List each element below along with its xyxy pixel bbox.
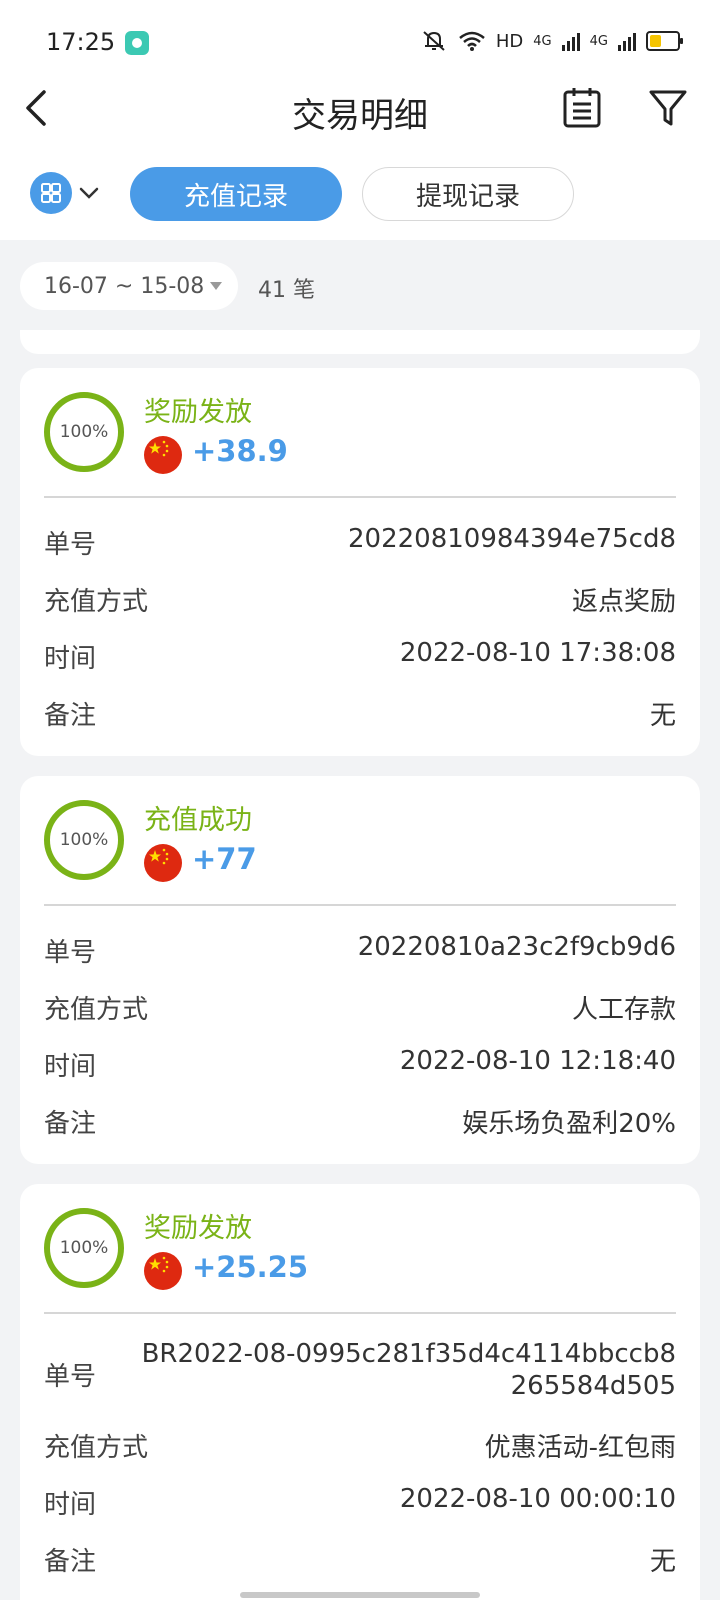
calendar-icon[interactable] — [562, 86, 602, 130]
date-range-text: 16-07 ~ 15-08 — [44, 273, 205, 299]
caret-down-icon — [210, 282, 222, 290]
time-label: 时间 — [44, 1490, 97, 1520]
order-number-label: 单号 — [44, 530, 97, 560]
app-notification-icon — [125, 31, 149, 55]
order-number-label: 单号 — [44, 1362, 97, 1392]
tab-row: 充值记录 提现记录 — [0, 165, 720, 225]
tab-recharge-records[interactable]: 充值记录 — [130, 167, 342, 221]
tab-withdraw-records[interactable]: 提现记录 — [362, 167, 574, 221]
note-label: 备注 — [44, 1547, 97, 1577]
grid-icon — [41, 183, 61, 203]
top-panel: 17:25 HD 4G 4G 交易明细 充值记录 提现记录 — [0, 0, 720, 240]
hd-indicator: HD — [495, 30, 524, 52]
page-title: 交易明细 — [292, 96, 428, 136]
filter-icon[interactable] — [648, 88, 688, 128]
status-time: 17:25 — [46, 28, 116, 56]
transaction-amount: +38.9 — [192, 434, 288, 468]
china-flag-icon — [144, 436, 182, 474]
progress-text: 100% — [59, 1238, 109, 1258]
home-indicator[interactable] — [240, 1592, 480, 1598]
mute-bell-icon — [423, 31, 445, 51]
wifi-icon — [459, 31, 485, 51]
time-label: 时间 — [44, 644, 97, 674]
transaction-amount: +77 — [192, 842, 257, 876]
transaction-card[interactable]: 100% 奖励发放 +25.25 单号 BR2022-08-0995c281f3… — [20, 1184, 700, 1600]
time-value: 2022-08-10 17:38:08 — [399, 638, 676, 668]
order-number-value: BR2022-08-0995c281f35d4c4114bbccb8265584… — [141, 1339, 676, 1401]
method-value: 返点奖励 — [571, 587, 676, 617]
time-value: 2022-08-10 00:00:10 — [399, 1484, 676, 1514]
note-value: 无 — [649, 701, 676, 731]
progress-text: 100% — [59, 422, 109, 442]
transaction-status: 奖励发放 — [144, 1213, 252, 1244]
note-label: 备注 — [44, 1109, 97, 1139]
battery-icon — [646, 31, 683, 51]
transaction-amount: +25.25 — [192, 1250, 309, 1284]
note-value: 娱乐场负盈利20% — [462, 1109, 676, 1139]
method-label: 充值方式 — [44, 587, 149, 617]
progress-ring: 100% — [44, 392, 124, 472]
note-label: 备注 — [44, 701, 97, 731]
nav-bar: 交易明细 — [0, 70, 720, 150]
transaction-card[interactable]: 100% 充值成功 +77 单号 20220810a23c2f9cb9d6 充值… — [20, 776, 700, 1164]
china-flag-icon — [144, 1252, 182, 1290]
signal-4g-1: 4G — [533, 33, 552, 49]
signal-bars-icon — [618, 33, 636, 51]
note-value: 无 — [649, 1547, 676, 1577]
signal-4g-2: 4G — [589, 33, 608, 49]
filter-bar: 16-07 ~ 15-08 41 笔 — [20, 262, 700, 310]
category-grid-button[interactable] — [30, 172, 72, 214]
method-value: 优惠活动-红包雨 — [484, 1433, 676, 1463]
progress-ring: 100% — [44, 1208, 124, 1288]
transaction-status: 奖励发放 — [144, 397, 252, 428]
date-range-selector[interactable]: 16-07 ~ 15-08 — [20, 262, 238, 310]
transaction-status: 充值成功 — [144, 805, 252, 836]
record-count: 41 笔 — [258, 278, 315, 303]
method-label: 充值方式 — [44, 995, 149, 1025]
method-label: 充值方式 — [44, 1433, 149, 1463]
previous-card-edge — [20, 330, 700, 354]
status-icons: HD 4G 4G — [420, 29, 683, 53]
chevron-down-icon[interactable] — [78, 182, 100, 204]
order-number-label: 单号 — [44, 938, 97, 968]
progress-text: 100% — [59, 830, 109, 850]
order-number-row: 单号 BR2022-08-0995c281f35d4c4114bbccb8265… — [44, 1338, 676, 1408]
time-label: 时间 — [44, 1052, 97, 1082]
progress-ring: 100% — [44, 800, 124, 880]
divider — [44, 904, 676, 906]
time-value: 2022-08-10 12:18:40 — [399, 1046, 676, 1076]
transaction-card[interactable]: 100% 奖励发放 +38.9 单号 20220810984394e75cd8 … — [20, 368, 700, 756]
order-number-value: 20220810a23c2f9cb9d6 — [357, 932, 676, 962]
divider — [44, 496, 676, 498]
signal-bars-icon — [561, 33, 580, 51]
divider — [44, 1312, 676, 1314]
china-flag-icon — [144, 844, 182, 882]
method-value: 人工存款 — [571, 995, 676, 1025]
order-number-value: 20220810984394e75cd8 — [347, 524, 676, 554]
